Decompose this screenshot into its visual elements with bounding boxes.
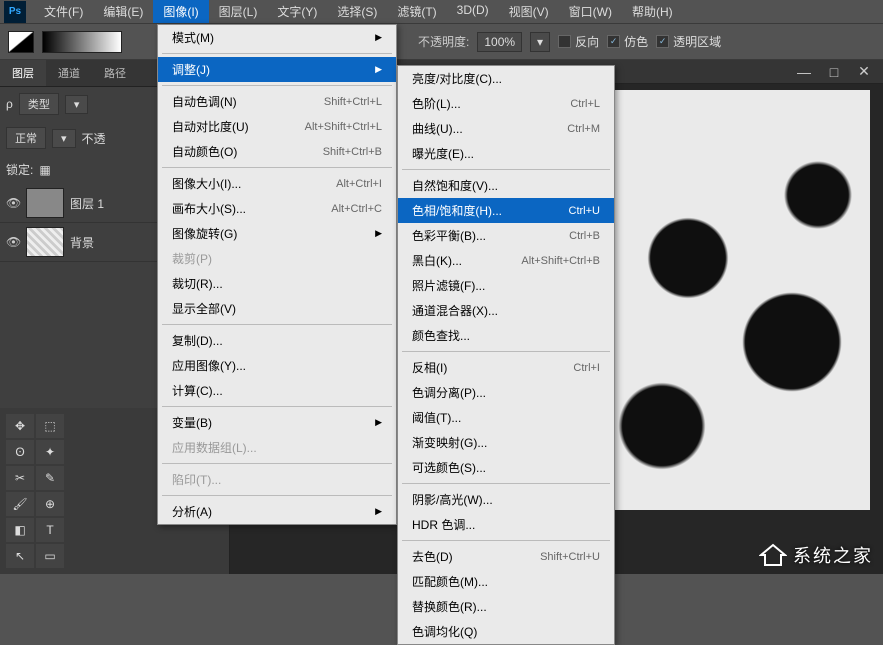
menu-文件[interactable]: 文件(F) — [34, 0, 93, 23]
menu-item[interactable]: 图像旋转(G)▶ — [158, 221, 396, 246]
menubar: Ps 文件(F)编辑(E)图像(I)图层(L)文字(Y)选择(S)滤镜(T)3D… — [0, 0, 883, 24]
blend-mode-select[interactable]: 正常 — [6, 127, 46, 149]
menu-item[interactable]: 裁切(R)... — [158, 271, 396, 296]
tool-lasso[interactable]: ʘ — [6, 440, 34, 464]
tool-gradient[interactable]: ◧ — [6, 518, 34, 542]
transparency-checkbox[interactable]: ✓透明区域 — [656, 33, 721, 50]
maximize-button[interactable]: □ — [825, 64, 843, 80]
opacity-dropdown-icon[interactable]: ▾ — [530, 32, 550, 52]
submenu-arrow-icon: ▶ — [375, 417, 382, 428]
panel-tab[interactable]: 图层 — [0, 60, 46, 86]
menu-item[interactable]: 图像大小(I)...Alt+Ctrl+I — [158, 171, 396, 196]
menu-选择[interactable]: 选择(S) — [327, 0, 387, 23]
layer-name: 图层 1 — [70, 195, 104, 212]
menu-编辑[interactable]: 编辑(E) — [93, 0, 153, 23]
menu-item[interactable]: 替换颜色(R)... — [398, 594, 614, 619]
tool-wand[interactable]: ✦ — [36, 440, 64, 464]
menu-item[interactable]: 阈值(T)... — [398, 405, 614, 430]
menu-item[interactable]: 调整(J)▶ — [158, 57, 396, 82]
visibility-icon[interactable]: 👁 — [6, 235, 20, 249]
lock-pixels-icon[interactable]: ▦ — [39, 163, 50, 177]
menu-滤镜[interactable]: 滤镜(T) — [387, 0, 446, 23]
menu-item[interactable]: 变量(B)▶ — [158, 410, 396, 435]
menu-item[interactable]: 匹配颜色(M)... — [398, 569, 614, 594]
menu-item[interactable]: 色调分离(P)... — [398, 380, 614, 405]
menu-item[interactable]: 自动对比度(U)Alt+Shift+Ctrl+L — [158, 114, 396, 139]
close-button[interactable]: ✕ — [855, 63, 873, 80]
tool-brush[interactable]: 🖌 — [6, 492, 34, 516]
tool-eyedrop[interactable]: ✎ — [36, 466, 64, 490]
menu-item[interactable]: 反相(I)Ctrl+I — [398, 355, 614, 380]
app-logo: Ps — [4, 1, 26, 23]
submenu-arrow-icon: ▶ — [375, 64, 382, 75]
layer-name: 背景 — [70, 234, 94, 251]
menu-item[interactable]: 阴影/高光(W)... — [398, 487, 614, 512]
layer-kind-select[interactable]: 类型 — [19, 93, 59, 115]
options-bar: 不透明度: 100% ▾ 反向 ✓仿色 ✓透明区域 — [0, 24, 883, 60]
tool-text[interactable]: T — [36, 518, 64, 542]
menu-item[interactable]: 色相/饱和度(H)...Ctrl+U — [398, 198, 614, 223]
layer-thumbnail[interactable] — [26, 227, 64, 257]
menu-item[interactable]: 应用图像(Y)... — [158, 353, 396, 378]
menu-item[interactable]: 可选颜色(S)... — [398, 455, 614, 480]
menu-item: 陷印(T)... — [158, 467, 396, 492]
opacity-value[interactable]: 100% — [477, 32, 522, 52]
menu-item[interactable]: HDR 色调... — [398, 512, 614, 537]
minimize-button[interactable]: — — [795, 64, 813, 80]
menu-图像[interactable]: 图像(I) — [153, 0, 208, 23]
tool-crop[interactable]: ✂ — [6, 466, 34, 490]
adjustments-submenu: 亮度/对比度(C)...色阶(L)...Ctrl+L曲线(U)...Ctrl+M… — [397, 65, 615, 645]
menu-item[interactable]: 曲线(U)...Ctrl+M — [398, 116, 614, 141]
watermark: 系统之家 — [759, 542, 873, 568]
layer-thumbnail[interactable] — [26, 188, 64, 218]
gradient-picker[interactable] — [42, 31, 122, 53]
menu-item[interactable]: 自动颜色(O)Shift+Ctrl+B — [158, 139, 396, 164]
visibility-icon[interactable]: 👁 — [6, 196, 20, 210]
menu-item[interactable]: 渐变映射(G)... — [398, 430, 614, 455]
menu-item: 应用数据组(L)... — [158, 435, 396, 460]
menu-item: 裁剪(P) — [158, 246, 396, 271]
menu-视图[interactable]: 视图(V) — [499, 0, 559, 23]
submenu-arrow-icon: ▶ — [375, 228, 382, 239]
menu-帮助[interactable]: 帮助(H) — [622, 0, 683, 23]
color-swatch[interactable] — [8, 31, 34, 53]
menu-item[interactable]: 复制(D)... — [158, 328, 396, 353]
menu-item[interactable]: 自动色调(N)Shift+Ctrl+L — [158, 89, 396, 114]
submenu-arrow-icon: ▶ — [375, 32, 382, 43]
panel-tab[interactable]: 路径 — [92, 60, 138, 86]
opacity-label: 不透明度: — [418, 33, 469, 50]
menu-item[interactable]: 颜色查找... — [398, 323, 614, 348]
menu-item[interactable]: 计算(C)... — [158, 378, 396, 403]
menu-item[interactable]: 模式(M)▶ — [158, 25, 396, 50]
dither-checkbox[interactable]: ✓仿色 — [607, 33, 648, 50]
menu-item[interactable]: 自然饱和度(V)... — [398, 173, 614, 198]
menu-item[interactable]: 色阶(L)...Ctrl+L — [398, 91, 614, 116]
menu-item[interactable]: 亮度/对比度(C)... — [398, 66, 614, 91]
tool-stamp[interactable]: ⊕ — [36, 492, 64, 516]
menu-文字[interactable]: 文字(Y) — [267, 0, 327, 23]
tool-path[interactable]: ↖ — [6, 544, 34, 568]
house-icon — [759, 543, 787, 567]
menu-窗口[interactable]: 窗口(W) — [559, 0, 622, 23]
menu-item[interactable]: 画布大小(S)...Alt+Ctrl+C — [158, 196, 396, 221]
menu-item[interactable]: 去色(D)Shift+Ctrl+U — [398, 544, 614, 569]
tool-move[interactable]: ✥ — [6, 414, 34, 438]
panel-tab[interactable]: 通道 — [46, 60, 92, 86]
menu-item[interactable]: 色彩平衡(B)...Ctrl+B — [398, 223, 614, 248]
menu-item[interactable]: 色调均化(Q) — [398, 619, 614, 644]
menu-3d[interactable]: 3D(D) — [447, 0, 499, 23]
menu-item[interactable]: 分析(A)▶ — [158, 499, 396, 524]
document-canvas[interactable] — [610, 90, 870, 510]
reverse-checkbox[interactable]: 反向 — [558, 33, 599, 50]
menu-item[interactable]: 照片滤镜(F)... — [398, 273, 614, 298]
menu-item[interactable]: 黑白(K)...Alt+Shift+Ctrl+B — [398, 248, 614, 273]
submenu-arrow-icon: ▶ — [375, 506, 382, 517]
tool-shape[interactable]: ▭ — [36, 544, 64, 568]
menu-图层[interactable]: 图层(L) — [209, 0, 268, 23]
tool-marquee[interactable]: ⬚ — [36, 414, 64, 438]
menu-item[interactable]: 通道混合器(X)... — [398, 298, 614, 323]
image-menu-dropdown: 模式(M)▶ 调整(J)▶ 自动色调(N)Shift+Ctrl+L自动对比度(U)A… — [157, 24, 397, 525]
menu-item[interactable]: 显示全部(V) — [158, 296, 396, 321]
menu-item[interactable]: 曝光度(E)... — [398, 141, 614, 166]
